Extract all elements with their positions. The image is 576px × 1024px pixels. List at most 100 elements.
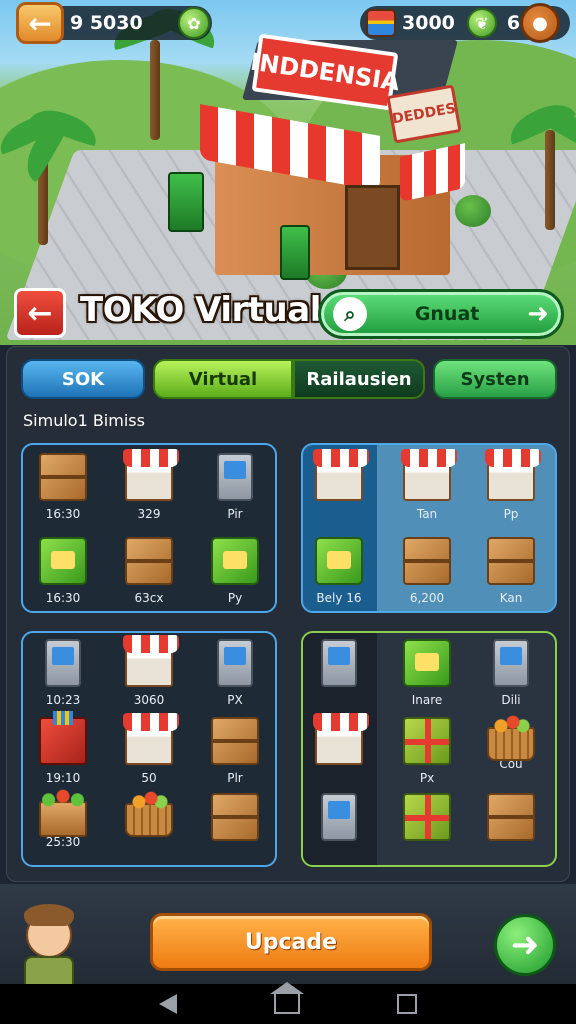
arrow-right-icon: ➜ (510, 925, 540, 965)
grid-item[interactable]: Px (387, 717, 467, 786)
grid-item[interactable]: 63cx (109, 537, 189, 606)
gift-crate-icon (403, 793, 451, 841)
shop-door (345, 185, 400, 270)
android-nav-bar (0, 982, 576, 1024)
item-group-c: 10:23 3060 PX 19:10 50 Plr 25:30 (21, 631, 277, 867)
grid-item[interactable]: 50 (109, 713, 189, 786)
gem-count: 3000 (402, 12, 455, 34)
grid-item[interactable] (109, 791, 189, 848)
gift-crate-icon (403, 717, 451, 765)
search-button[interactable]: ⌕ Gnuat ➜ (318, 289, 564, 339)
grid-item[interactable]: 6,200 (387, 537, 467, 606)
tab-systen[interactable]: Systen (433, 359, 557, 399)
red-box-icon (39, 711, 87, 765)
top-bar: 9 5030 ✿ ← 3000 ❦ 69 ● (0, 0, 576, 46)
grid-item[interactable]: PX (195, 639, 275, 708)
grid-item[interactable]: Kan (471, 537, 551, 606)
grid-item-label: PX (227, 693, 243, 707)
grid-item[interactable]: Bely 16 (303, 537, 379, 606)
grid-item[interactable]: Py (195, 537, 275, 606)
palm-tree (495, 90, 576, 240)
grid-item[interactable] (195, 793, 275, 862)
grid-item-label (471, 847, 551, 862)
shop-building[interactable]: INDDENSIA DEDDES (200, 33, 475, 285)
grid-item-label: Dili (501, 693, 521, 707)
green-kiosk-icon (39, 537, 87, 585)
upgrade-button[interactable]: Upcade (150, 913, 432, 971)
crate-icon (487, 537, 535, 585)
vending-machine (280, 225, 310, 280)
market-stall-icon (123, 713, 179, 765)
grid-item[interactable]: 16:30 (23, 537, 103, 606)
grid-item-label: Pir (227, 507, 243, 521)
market-stall-icon (313, 713, 369, 765)
search-icon: ⌕ (333, 297, 367, 331)
vending-machine-icon (493, 639, 529, 687)
vending-machine-icon (321, 793, 357, 841)
grid-item-label (303, 507, 379, 522)
grid-item[interactable]: 329 (109, 449, 189, 522)
item-group-b: Tan Pp Bely 16 6,200 Kan (301, 443, 557, 613)
grid-item[interactable]: Tan (387, 449, 467, 522)
grid-item[interactable]: 25:30 (23, 789, 103, 850)
tab-virtual[interactable]: Virtual (153, 359, 293, 399)
grid-item-label: Inare (411, 693, 443, 707)
grid-item[interactable]: Pir (195, 453, 275, 522)
vending-machine-icon (217, 639, 253, 687)
grid-item[interactable]: Inare (387, 639, 467, 708)
grid-item[interactable] (303, 713, 379, 786)
grid-item-label: 50 (141, 771, 157, 785)
grid-item-label: Bely 16 (316, 591, 362, 605)
grid-item[interactable]: 16:30 (23, 453, 103, 522)
grid-item-label (387, 847, 467, 862)
crate-icon (487, 793, 535, 841)
grid-item-label: 63cx (134, 591, 164, 605)
grid-item-label: Pp (503, 507, 519, 521)
nav-recents-icon[interactable] (397, 994, 418, 1014)
grid-item-label: 6,200 (409, 591, 445, 605)
grid-item-label: 16:30 (45, 591, 81, 605)
item-group-d: Inare Dili Px Cou (301, 631, 557, 867)
crate-icon (125, 537, 173, 585)
grid-item-label: 329 (137, 507, 161, 521)
grid-item[interactable]: Dili (471, 639, 551, 708)
grid-item[interactable] (303, 793, 379, 862)
palm-tree (0, 100, 102, 250)
nav-back-icon[interactable] (158, 994, 177, 1014)
nav-home-icon[interactable] (269, 982, 304, 1014)
grid-item[interactable] (303, 639, 379, 708)
grid-item[interactable]: 3060 (109, 635, 189, 708)
grid-item[interactable]: Cou (471, 715, 551, 772)
title-back-button[interactable]: ← (14, 288, 66, 338)
back-button[interactable]: ← (16, 2, 64, 44)
grid-item[interactable]: 19:10 (23, 711, 103, 786)
grid-item-label: Kan (499, 591, 523, 605)
grid-item-label: 3060 (133, 693, 165, 707)
fruit-basket-icon (487, 715, 535, 761)
section-label: Simulo1 Bimiss (23, 411, 145, 430)
grid-item-label: 25:30 (45, 835, 81, 849)
gem-add-icon[interactable]: ✿ (178, 7, 210, 39)
crate-icon (211, 717, 259, 765)
next-button[interactable]: ➜ (494, 914, 556, 976)
fruit-basket-icon (125, 791, 173, 837)
grid-item[interactable] (471, 793, 551, 862)
grid-item[interactable] (303, 449, 379, 522)
vegetable-crate-icon (39, 789, 87, 837)
market-stall-icon (123, 449, 179, 501)
market-stall-icon (123, 635, 179, 687)
gift-crate-icon (403, 537, 451, 585)
grid-item[interactable] (387, 793, 467, 862)
tab-railausien[interactable]: Railausien (293, 359, 425, 399)
vending-machine-icon (321, 639, 357, 687)
leaf-gem-icon: ❦ (466, 8, 497, 38)
crate-stall-icon (39, 453, 87, 501)
tab-sok[interactable]: SOK (21, 359, 145, 399)
vending-machine-icon (217, 453, 253, 501)
grid-item[interactable]: Pp (471, 449, 551, 522)
grid-item[interactable]: 10:23 (23, 639, 103, 708)
grid-item[interactable]: Plr (195, 717, 275, 786)
cookie-settings-icon[interactable]: ● (520, 3, 560, 43)
arrow-right-icon: ➜ (527, 299, 549, 329)
item-group-a: 16:30 329 Pir 16:30 63cx Py (21, 443, 277, 613)
